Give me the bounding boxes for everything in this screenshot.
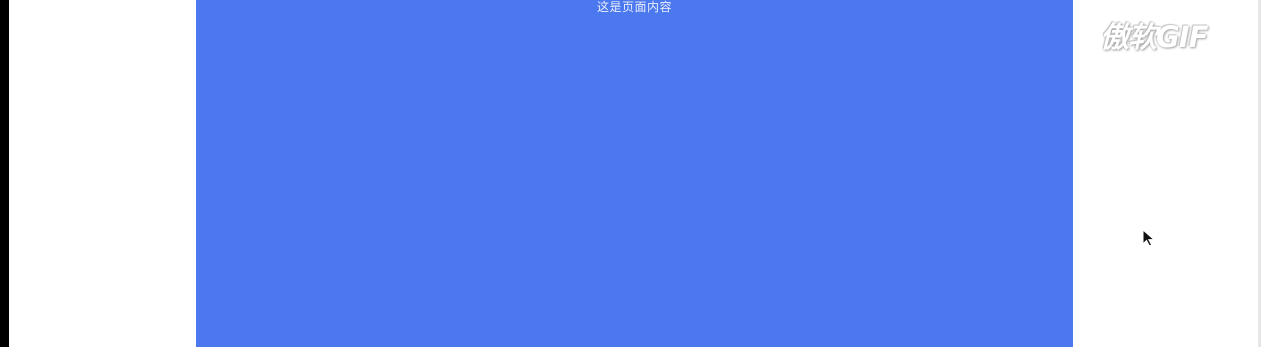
left-window-border — [0, 0, 9, 347]
watermark-logo: 傲软GIF — [1100, 20, 1208, 54]
mouse-pointer-icon — [1142, 229, 1156, 247]
page-content-label: 这是页面内容 — [596, 0, 672, 14]
page-content-area: 这是页面内容 — [196, 0, 1073, 347]
screen-frame: 这是页面内容 傲软GIF — [0, 0, 1261, 347]
